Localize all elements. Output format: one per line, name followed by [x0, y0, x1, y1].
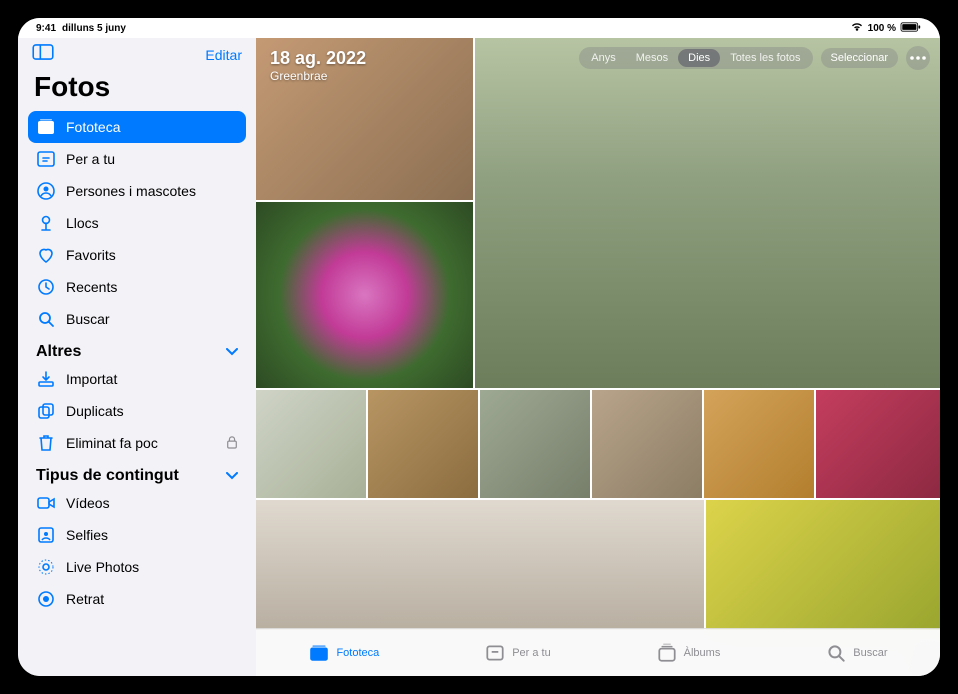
- photo-thumbnail[interactable]: [592, 390, 702, 498]
- section-header-label: Altres: [36, 343, 81, 361]
- sidebar-item-llocs[interactable]: Llocs: [28, 207, 246, 239]
- photo-thumbnail[interactable]: [256, 390, 366, 498]
- segment-anys[interactable]: Anys: [581, 49, 625, 67]
- sidebar-item-importat[interactable]: Importat: [28, 363, 246, 395]
- sidebar-item-duplicats[interactable]: Duplicats: [28, 395, 246, 427]
- sidebar-item-recents[interactable]: Recents: [28, 271, 246, 303]
- select-button[interactable]: Seleccionar: [821, 48, 898, 68]
- photo-library-view: 18 ag. 2022 Greenbrae Anys Mesos Dies To…: [256, 38, 940, 676]
- sidebar-item-label: Persones i mascotes: [66, 183, 196, 199]
- sidebar-item-fototeca[interactable]: Fototeca: [28, 111, 246, 143]
- battery-icon: [900, 22, 922, 35]
- status-bar: 9:41 dilluns 5 juny 100 %: [18, 18, 940, 38]
- portrait-icon: [36, 589, 56, 609]
- sidebar-item-livephotos[interactable]: Live Photos: [28, 551, 246, 583]
- duplicate-icon: [36, 401, 56, 421]
- app-title: Fotos: [28, 71, 246, 103]
- photo-thumbnail[interactable]: [480, 390, 590, 498]
- sidebar-item-label: Per a tu: [66, 151, 115, 167]
- lock-icon: [226, 435, 238, 452]
- sidebar-item-label: Fototeca: [66, 119, 120, 135]
- photo-thumbnail[interactable]: [368, 390, 478, 498]
- foryou-icon: [484, 642, 506, 664]
- library-icon: [36, 117, 56, 137]
- video-icon: [36, 493, 56, 513]
- tab-label: Per a tu: [512, 647, 551, 659]
- tab-label: Fototeca: [336, 647, 379, 659]
- sidebar: Editar Fotos Fototeca Per a tu Persones …: [18, 38, 256, 676]
- pin-icon: [36, 213, 56, 233]
- search-icon: [825, 642, 847, 664]
- view-segmented-control: Anys Mesos Dies Totes les fotos: [579, 47, 812, 69]
- battery-text: 100 %: [868, 23, 896, 34]
- sidebar-item-label: Retrat: [66, 591, 104, 607]
- chevron-down-icon: [226, 467, 238, 485]
- tab-label: Buscar: [853, 647, 887, 659]
- status-date: dilluns 5 juny: [62, 23, 126, 34]
- sidebar-item-persones[interactable]: Persones i mascotes: [28, 175, 246, 207]
- section-header-tipus[interactable]: Tipus de contingut: [28, 459, 246, 487]
- sidebar-item-label: Duplicats: [66, 403, 124, 419]
- tab-buscar[interactable]: Buscar: [825, 642, 887, 664]
- tab-bar: Fototeca Per a tu Àlbums Buscar: [256, 628, 940, 676]
- tab-label: Àlbums: [684, 647, 721, 659]
- search-icon: [36, 309, 56, 329]
- wifi-icon: [850, 22, 864, 35]
- sidebar-item-label: Buscar: [66, 311, 110, 327]
- library-icon: [308, 642, 330, 664]
- photo-thumbnail[interactable]: [256, 500, 704, 630]
- sidebar-item-label: Favorits: [66, 247, 116, 263]
- date-title: 18 ag. 2022: [270, 48, 366, 69]
- photo-thumbnail[interactable]: [475, 38, 940, 388]
- selfie-icon: [36, 525, 56, 545]
- sidebar-item-label: Llocs: [66, 215, 99, 231]
- segment-mesos[interactable]: Mesos: [626, 49, 678, 67]
- sidebar-item-eliminat[interactable]: Eliminat fa poc: [28, 427, 246, 459]
- trash-icon: [36, 433, 56, 453]
- chevron-down-icon: [226, 343, 238, 361]
- sidebar-item-label: Recents: [66, 279, 117, 295]
- location-subtitle: Greenbrae: [270, 69, 366, 83]
- sidebar-item-label: Vídeos: [66, 495, 110, 511]
- sidebar-item-buscar[interactable]: Buscar: [28, 303, 246, 335]
- clock-icon: [36, 277, 56, 297]
- section-header-label: Tipus de contingut: [36, 467, 179, 485]
- import-icon: [36, 369, 56, 389]
- photo-grid[interactable]: 18 ag. 2022 Greenbrae Anys Mesos Dies To…: [256, 38, 940, 676]
- more-button[interactable]: [906, 46, 930, 70]
- photo-thumbnail[interactable]: [706, 500, 940, 630]
- segment-dies[interactable]: Dies: [678, 49, 720, 67]
- tab-albums[interactable]: Àlbums: [656, 642, 721, 664]
- sidebar-item-label: Eliminat fa poc: [66, 435, 158, 451]
- tab-peratu[interactable]: Per a tu: [484, 642, 551, 664]
- sidebar-item-peratu[interactable]: Per a tu: [28, 143, 246, 175]
- sidebar-toggle-icon[interactable]: [32, 44, 54, 65]
- photo-thumbnail[interactable]: [256, 202, 473, 388]
- sidebar-item-selfies[interactable]: Selfies: [28, 519, 246, 551]
- edit-button[interactable]: Editar: [205, 47, 242, 63]
- sidebar-item-favorits[interactable]: Favorits: [28, 239, 246, 271]
- status-time: 9:41: [36, 23, 56, 34]
- date-overlay: 18 ag. 2022 Greenbrae: [270, 48, 366, 83]
- livephoto-icon: [36, 557, 56, 577]
- sidebar-item-label: Importat: [66, 371, 117, 387]
- people-icon: [36, 181, 56, 201]
- segment-totes[interactable]: Totes les fotos: [720, 49, 810, 67]
- foryou-icon: [36, 149, 56, 169]
- sidebar-item-videos[interactable]: Vídeos: [28, 487, 246, 519]
- albums-icon: [656, 642, 678, 664]
- sidebar-item-retrat[interactable]: Retrat: [28, 583, 246, 615]
- sidebar-item-label: Selfies: [66, 527, 108, 543]
- heart-icon: [36, 245, 56, 265]
- tab-fototeca[interactable]: Fototeca: [308, 642, 379, 664]
- section-header-altres[interactable]: Altres: [28, 335, 246, 363]
- photo-thumbnail[interactable]: [816, 390, 940, 498]
- photo-thumbnail[interactable]: [704, 390, 814, 498]
- sidebar-item-label: Live Photos: [66, 559, 139, 575]
